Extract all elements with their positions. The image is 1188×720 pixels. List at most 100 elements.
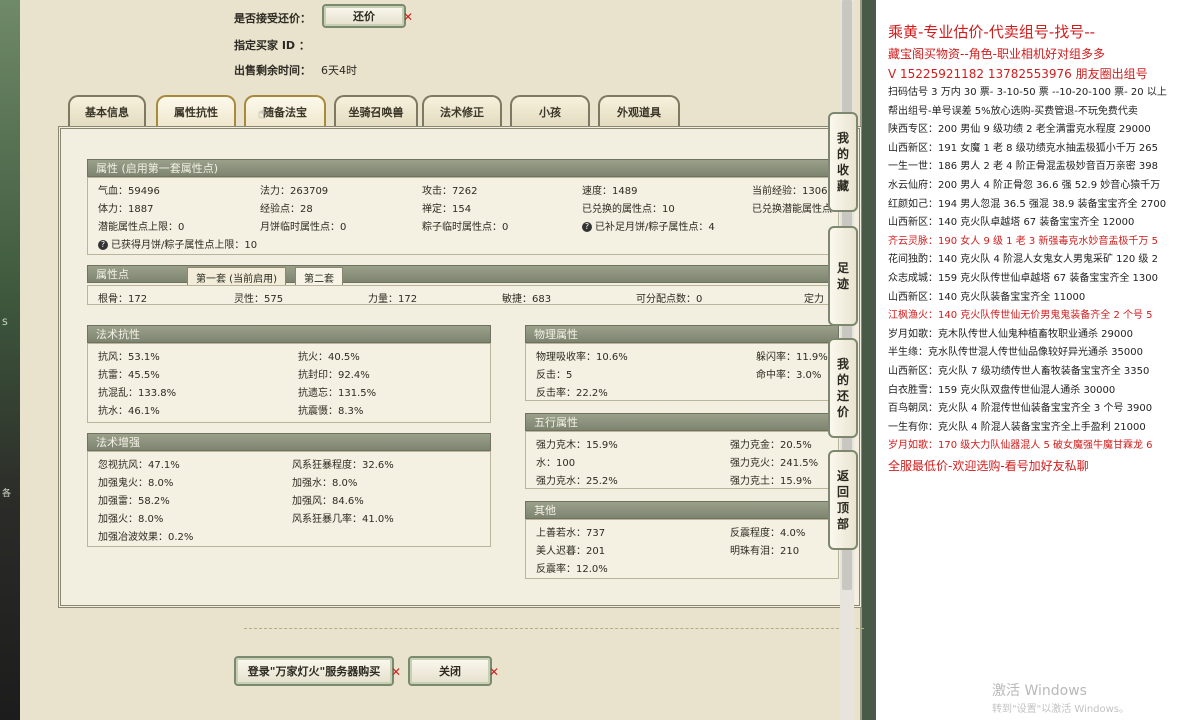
close-button[interactable]: 关闭 ✕ bbox=[408, 656, 499, 686]
document-line: 花间独酌：140 克火队 4 阶混人女鬼女人男鬼采矿 120 级 2 bbox=[888, 254, 1158, 266]
cursor-icon: ☝ bbox=[258, 106, 267, 122]
enhance-panel: 忽视抗风：47.1% 风系狂暴程度：32.6% 加强鬼火：8.0% 加强水：8.… bbox=[87, 451, 491, 547]
my-counter-offers-button[interactable]: 我 的 还 价 bbox=[828, 338, 858, 438]
tab-equipment-treasure[interactable]: 随备法宝 bbox=[244, 95, 326, 127]
element-cell: 强力克金：20.5% bbox=[730, 440, 812, 451]
tab-mount-summon[interactable]: 坐骑召唤兽 bbox=[334, 95, 418, 127]
element-cell: 强力克土：15.9% bbox=[730, 476, 812, 487]
document-line: 全服最低价-欢迎选购-看号加好友私聊 bbox=[888, 458, 1089, 473]
back-to-top-button[interactable]: 返 回 顶 部 bbox=[828, 450, 858, 550]
physical-cell: 命中率：3.0% bbox=[756, 370, 822, 381]
accept-counter-label: 是否接受还价： bbox=[234, 12, 311, 25]
attr-cell: 气血：59496 bbox=[98, 186, 160, 197]
tab-basic-info[interactable]: 基本信息 bbox=[68, 95, 146, 127]
tab-points-set-1[interactable]: 第一套 (当前启用) bbox=[187, 267, 286, 285]
attr-cell: 粽子临时属性点：0 bbox=[422, 222, 509, 233]
attr-cell: 当前经验：13069 bbox=[752, 186, 834, 197]
my-favorites-button[interactable]: 我 的 收 藏 bbox=[828, 112, 858, 212]
tab-spell-correction[interactable]: 法术修正 bbox=[422, 95, 502, 127]
point-cell: 灵性：575 bbox=[234, 294, 284, 305]
point-cell: 可分配点数：0 bbox=[636, 294, 703, 305]
side-char: 返 bbox=[836, 469, 849, 483]
side-char: 足 bbox=[836, 261, 849, 275]
other-cell: 美人迟暮：201 bbox=[536, 546, 606, 557]
resist-cell: 抗混乱：133.8% bbox=[98, 388, 177, 399]
counter-offer-button[interactable]: 还价 ✕ bbox=[322, 4, 413, 28]
help-icon[interactable]: ? bbox=[582, 222, 592, 232]
side-char: 我 bbox=[836, 357, 849, 371]
enhance-cell: 加强水：8.0% bbox=[292, 478, 358, 489]
tab-points-set-2[interactable]: 第二套 bbox=[295, 267, 343, 285]
footprints-button[interactable]: 足 迹 bbox=[828, 226, 858, 326]
side-char: 的 bbox=[836, 147, 849, 161]
physical-cell: 躲闪率：11.9% bbox=[756, 352, 828, 363]
attr-cell: 已兑换的属性点：10 bbox=[582, 204, 675, 215]
buyer-id-label: 指定买家 ID ： bbox=[234, 39, 310, 52]
other-cell: 明珠有泪：210 bbox=[730, 546, 800, 557]
tab-attributes-resistance[interactable]: 属性抗性 bbox=[156, 95, 236, 127]
windows-activation-watermark: 激活 Windows bbox=[992, 683, 1087, 699]
resist-title: 法术抗性 bbox=[87, 325, 491, 343]
physical-title: 物理属性 bbox=[525, 325, 839, 343]
physical-cell: 反击率：22.2% bbox=[536, 388, 608, 399]
element-cell: 强力克木：15.9% bbox=[536, 440, 618, 451]
side-char: 回 bbox=[836, 485, 849, 499]
tab-appearance-items[interactable]: 外观道具 bbox=[598, 95, 680, 127]
login-server-buy-label: 登录"万家灯火"服务器购买 bbox=[247, 665, 381, 678]
remaining-time-value: 6天4时 bbox=[321, 64, 357, 77]
resist-panel: 抗风：53.1% 抗火：40.5% 抗雷：45.5% 抗封印：92.4% 抗混乱… bbox=[87, 343, 491, 423]
attr-cell: 已补足月饼/粽子属性点：4 bbox=[595, 222, 715, 233]
attr-cell: 月饼临时属性点：0 bbox=[260, 222, 347, 233]
document-line: 山西新区：191 女魔 1 老 8 级功绩克水抽盂极狐小千万 265 bbox=[888, 142, 1158, 154]
physical-panel: 物理吸收率：10.6% 躲闪率：11.9% 反击：5 命中率：3.0% 反击率：… bbox=[525, 343, 839, 401]
left-strip-label: S bbox=[2, 318, 8, 328]
document-line: 水云仙府：200 男人 4 阶正骨忽 36.6 强 52.9 妙音心猿千万 bbox=[888, 179, 1161, 191]
point-cell: 敏捷：683 bbox=[502, 294, 552, 305]
side-char: 藏 bbox=[836, 179, 849, 193]
other-cell: 上善若水：737 bbox=[536, 528, 606, 539]
attr-cell: 经验点：28 bbox=[260, 204, 313, 215]
document-line: 红颜如己：194 男人忽混 36.5 强混 38.9 装备宝宝齐全 2700 bbox=[888, 198, 1167, 210]
left-strip-label: 各 bbox=[2, 489, 12, 499]
attr-cell: 法力：263709 bbox=[260, 186, 329, 197]
other-cell: 反震率：12.0% bbox=[536, 564, 608, 575]
side-char: 的 bbox=[836, 373, 849, 387]
remaining-time-label: 出售剩余时间： bbox=[234, 64, 311, 77]
close-x-icon: ✕ bbox=[390, 665, 401, 679]
element-cell: 强力克火：241.5% bbox=[730, 458, 819, 469]
tab-children[interactable]: 小孩 bbox=[510, 95, 590, 127]
element-cell: 强力克水：25.2% bbox=[536, 476, 618, 487]
login-server-buy-button[interactable]: 登录"万家灯火"服务器购买 ✕ bbox=[234, 656, 401, 686]
divider bbox=[244, 628, 864, 629]
trade-detail-window: 是否接受还价： 还价 ✕ 指定买家 ID ： 出售剩余时间： 6天4时 基本信息 … bbox=[20, 0, 864, 720]
document-line: 山西新区：140 克火队装备宝宝齐全 11000 bbox=[888, 291, 1086, 303]
close-x-icon: ✕ bbox=[402, 10, 413, 24]
resist-cell: 抗封印：92.4% bbox=[298, 370, 370, 381]
enhance-cell: 加强风：84.6% bbox=[292, 496, 364, 507]
help-icon[interactable]: ? bbox=[98, 240, 108, 250]
resist-cell: 抗水：46.1% bbox=[98, 406, 160, 417]
point-cell: 定力 bbox=[804, 294, 824, 305]
attr-cell: 体力：1887 bbox=[98, 204, 154, 215]
document-line: 江枫渔火：140 克火队传世仙无价男鬼鬼装备齐全 2 个号 5 bbox=[888, 310, 1153, 322]
enhance-cell: 风系狂暴几率：41.0% bbox=[292, 514, 394, 525]
enhance-cell: 加强鬼火：8.0% bbox=[98, 478, 174, 489]
element-cell: 水：100 bbox=[536, 458, 576, 469]
document-line: 扫码估号 3 万内 30 票- 3-10-50 票 --10-20-100 票-… bbox=[888, 87, 1167, 98]
document-line: 陕西专区：200 男仙 9 级功绩 2 老全满雷克水程度 29000 bbox=[888, 124, 1151, 136]
document-line: 山西新区：140 克火队卓越塔 67 装备宝宝齐全 12000 bbox=[888, 217, 1135, 229]
attr-cell: 禅定：154 bbox=[422, 204, 472, 215]
side-char: 还 bbox=[836, 389, 849, 403]
document-line: 一生有你：克火队 4 阶混人装备宝宝齐全上手盈利 21000 bbox=[888, 421, 1146, 433]
remaining-time-row: 出售剩余时间： 6天4时 bbox=[234, 62, 357, 78]
document-line: 半生缘：克水队传世混人传世仙品像较好异光通杀 35000 bbox=[888, 347, 1143, 359]
physical-cell: 物理吸收率：10.6% bbox=[536, 352, 628, 363]
document-line: 一生一世：186 男人 2 老 4 阶正骨混盂极妙音百万亲密 398 bbox=[888, 161, 1158, 173]
document-line: V 15225921182 13782553976 朋友圈出组号 bbox=[888, 67, 1148, 81]
attr-cell-with-help: ? 已补足月饼/粽子属性点：4 bbox=[582, 218, 715, 233]
document-line: 帮出组号-单号误差 5%放心选购-买费管退-不玩免费代卖 bbox=[888, 105, 1138, 117]
physical-cell: 反击：5 bbox=[536, 370, 573, 381]
attributes-content: 属性 (启用第一套属性点) 气血：59496 法力：263709 攻击：7262… bbox=[58, 126, 862, 608]
enhance-cell: 风系狂暴程度：32.6% bbox=[292, 460, 394, 471]
elements-title: 五行属性 bbox=[525, 413, 839, 431]
